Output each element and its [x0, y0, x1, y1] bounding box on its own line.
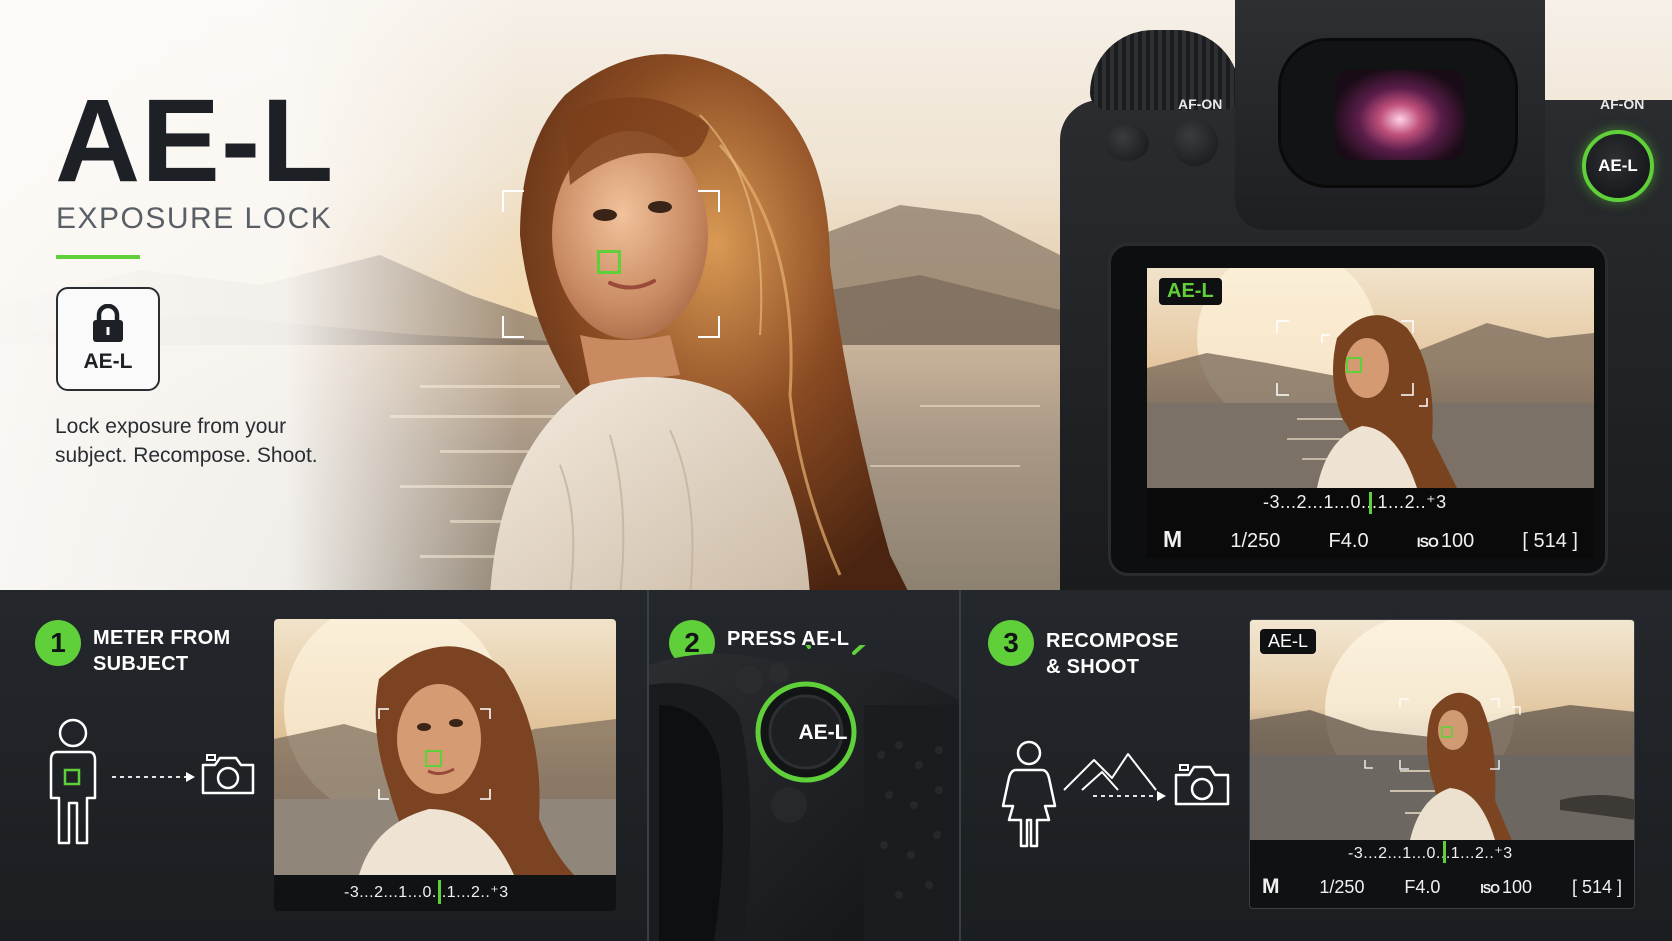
- step-3-iso-value: 100: [1502, 877, 1533, 897]
- step-3-meter-zero-tick: [1443, 841, 1446, 863]
- lcd-mode: M: [1163, 526, 1183, 552]
- step-3-shots-remaining: [ 514 ]: [1571, 877, 1622, 897]
- lcd-live-view: AE-L: [1147, 268, 1594, 488]
- step-1-meter-zero-tick: [438, 880, 441, 904]
- step-3-preview-image: AE-L: [1250, 620, 1634, 840]
- step-1-number: 1: [35, 620, 81, 666]
- step-3-title: RECOMPOSE & SHOOT: [1046, 628, 1179, 680]
- camera-icon: [201, 754, 255, 795]
- step-1-title-line1: METER FROM: [93, 627, 231, 649]
- lcd-exposure-meter: -3...2...1...0...1...2..⁺3: [1263, 492, 1447, 512]
- viewfinder-lens: [1335, 70, 1465, 160]
- af-on-left-button[interactable]: [1172, 120, 1218, 166]
- lcd-info-row: M 1/250 F4.0 ISO 100 [ 514 ]: [1163, 526, 1578, 553]
- step-3-preview: AE-L -3...2...1...0...1...2..⁺3 M 1/250 …: [1249, 619, 1635, 909]
- mountains-icon: [1063, 753, 1157, 791]
- page-title: AE-L: [55, 75, 335, 207]
- step-1-panel: 1 METER FROM SUBJECT -3...2...1...0...1.…: [0, 590, 647, 941]
- woman-figure-icon: [1001, 740, 1057, 848]
- step-1-title: METER FROM SUBJECT: [93, 625, 230, 677]
- page-subtitle: EXPOSURE LOCK: [56, 202, 333, 235]
- spot-meter-square: [597, 250, 621, 274]
- lock-badge: AE-L: [56, 287, 160, 391]
- step-3-iso: ISO 100: [1480, 877, 1532, 898]
- step-2-panel: 2 PRESS AE-L AE-L: [649, 590, 959, 941]
- lcd-iso-label: ISO: [1416, 534, 1439, 550]
- ae-l-button[interactable]: AE-L: [1582, 130, 1654, 202]
- description-text: Lock exposure from your subject. Recompo…: [55, 415, 318, 467]
- step-3-iso-label: ISO: [1480, 882, 1500, 896]
- lcd-aperture: F4.0: [1328, 530, 1369, 552]
- camera-icon-3: [1174, 764, 1230, 806]
- step-3-panel: 3 RECOMPOSE & SHOOT AE-L -3...2...1...0.…: [961, 590, 1672, 941]
- accent-rule: [56, 255, 140, 259]
- step-3-title-line1: RECOMPOSE: [1046, 630, 1179, 652]
- step-2-button-label: AE-L: [798, 721, 848, 744]
- step-3-number: 3: [988, 620, 1034, 666]
- af-on-right-label: AF-ON: [1600, 96, 1645, 112]
- step-1-preview-image: [274, 619, 616, 875]
- step-3-shutter: 1/250: [1319, 877, 1365, 897]
- page: AE-L EXPOSURE LOCK AE-L Lock exposure fr…: [0, 0, 1672, 941]
- step-3-title-line2: & SHOOT: [1046, 656, 1140, 678]
- lcd-meter-zero-tick: [1369, 492, 1372, 514]
- lcd-iso: ISO 100: [1417, 530, 1475, 553]
- lock-badge-label: AE-L: [83, 350, 133, 373]
- lcd-iso-value: 100: [1440, 530, 1475, 552]
- af-on-left-label: AF-ON: [1178, 96, 1223, 112]
- lcd-screen: AE-L -3...2...1...0...1...2..⁺3 M 1/250 …: [1147, 268, 1594, 558]
- lcd-shutter: 1/250: [1230, 530, 1281, 552]
- left-dial-button[interactable]: [1105, 125, 1149, 161]
- step-3-aperture: F4.0: [1404, 877, 1441, 897]
- lcd-ae-l-badge: AE-L: [1159, 278, 1222, 305]
- step-1-meter-bar: -3...2...1...0...1...2..⁺3: [274, 875, 616, 911]
- lcd-shots-remaining: [ 514 ]: [1522, 530, 1578, 552]
- camera-closeup: [649, 645, 959, 941]
- step-3-meter: -3...2...1...0...1...2..⁺3: [1348, 845, 1513, 862]
- person-icon: [49, 718, 97, 845]
- ae-l-button-label: AE-L: [1598, 156, 1638, 175]
- step-3-info-row: M 1/250 F4.0 ISO 100 [ 514 ]: [1262, 875, 1622, 899]
- step-1-title-line2: SUBJECT: [93, 653, 189, 675]
- dashed-arrow-3: [1093, 791, 1166, 801]
- step-1-preview: -3...2...1...0...1...2..⁺3: [274, 619, 616, 911]
- dashed-arrow: [112, 772, 195, 782]
- step-3-mode: M: [1262, 875, 1280, 898]
- step-1-meter: -3...2...1...0...1...2..⁺3: [344, 884, 509, 901]
- lock-icon: [93, 304, 123, 342]
- step-3-ae-l-badge: AE-L: [1260, 629, 1317, 654]
